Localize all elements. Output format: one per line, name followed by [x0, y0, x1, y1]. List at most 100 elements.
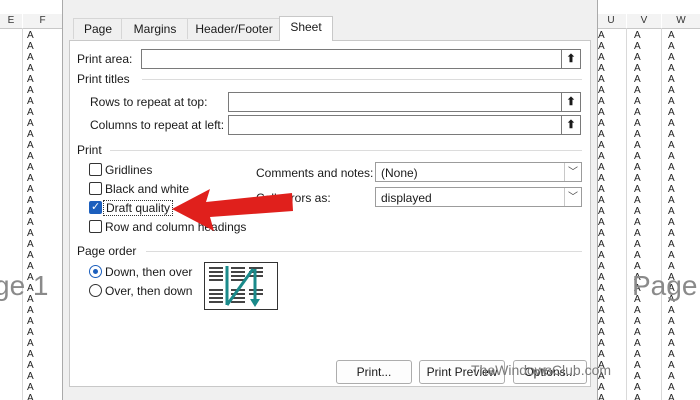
column-header-w[interactable]: W [662, 14, 700, 29]
down-then-over-radio[interactable] [89, 265, 102, 278]
cell[interactable]: A [598, 261, 605, 272]
cell[interactable]: A [668, 140, 675, 151]
cell[interactable]: A [634, 349, 641, 360]
gridlines-checkbox[interactable] [89, 163, 102, 176]
cell[interactable]: A [668, 129, 675, 140]
over-then-down-label[interactable]: Over, then down [105, 284, 192, 298]
cell[interactable]: A [668, 85, 675, 96]
cell[interactable]: A [668, 118, 675, 129]
cell[interactable]: A [27, 393, 34, 400]
cell[interactable]: A [598, 393, 605, 400]
cell[interactable]: A [634, 217, 641, 228]
cell[interactable]: A [27, 360, 34, 371]
gridlines-label[interactable]: Gridlines [105, 163, 152, 177]
print-area-input[interactable] [141, 49, 563, 69]
cell[interactable]: A [634, 30, 641, 41]
cell[interactable]: A [598, 349, 605, 360]
cell[interactable]: A [634, 151, 641, 162]
cell[interactable]: A [598, 118, 605, 129]
column-header-f[interactable]: F [23, 14, 62, 29]
tab-sheet[interactable]: Sheet [279, 16, 333, 41]
cell[interactable]: A [668, 173, 675, 184]
cell[interactable]: A [27, 206, 34, 217]
cell[interactable]: A [668, 107, 675, 118]
column-header-e[interactable]: E [0, 14, 22, 29]
cell[interactable]: A [634, 162, 641, 173]
cell[interactable]: A [27, 52, 34, 63]
cell[interactable]: A [634, 239, 641, 250]
cell[interactable]: A [598, 173, 605, 184]
cell[interactable]: A [598, 272, 605, 283]
cell[interactable]: A [668, 96, 675, 107]
columns-to-repeat-input[interactable] [228, 115, 563, 135]
cell[interactable]: A [598, 63, 605, 74]
cell[interactable]: A [668, 162, 675, 173]
cell[interactable]: A [598, 184, 605, 195]
cell[interactable]: A [634, 184, 641, 195]
cell[interactable]: A [598, 250, 605, 261]
cell[interactable]: A [668, 151, 675, 162]
cell[interactable]: A [668, 30, 675, 41]
cell[interactable]: A [27, 30, 34, 41]
cell[interactable]: A [634, 327, 641, 338]
cell[interactable]: A [598, 140, 605, 151]
cell[interactable]: A [634, 63, 641, 74]
down-then-over-label[interactable]: Down, then over [105, 265, 192, 279]
cell[interactable]: A [598, 217, 605, 228]
cell[interactable]: A [668, 239, 675, 250]
cell-errors-select[interactable]: displayed ﹀ [375, 187, 582, 207]
comments-notes-select[interactable]: (None) ﹀ [375, 162, 582, 182]
cell[interactable]: A [634, 360, 641, 371]
cell[interactable]: A [668, 338, 675, 349]
cell[interactable]: A [27, 96, 34, 107]
cell[interactable]: A [668, 393, 675, 400]
cell[interactable]: A [27, 327, 34, 338]
cell[interactable]: A [634, 195, 641, 206]
cell[interactable]: A [27, 316, 34, 327]
cell[interactable]: A [634, 118, 641, 129]
cell[interactable]: A [27, 85, 34, 96]
cell[interactable]: A [668, 184, 675, 195]
cell[interactable]: A [668, 316, 675, 327]
cell[interactable]: A [598, 30, 605, 41]
cell[interactable]: A [598, 327, 605, 338]
cell[interactable]: A [668, 371, 675, 382]
cell[interactable]: A [598, 41, 605, 52]
cell[interactable]: A [668, 52, 675, 63]
cell[interactable]: A [668, 195, 675, 206]
cell[interactable]: A [27, 217, 34, 228]
cell[interactable]: A [668, 305, 675, 316]
cell[interactable]: A [598, 151, 605, 162]
cell[interactable]: A [598, 129, 605, 140]
cell[interactable]: A [634, 305, 641, 316]
cell[interactable]: A [598, 206, 605, 217]
cell[interactable]: A [27, 41, 34, 52]
cell[interactable]: A [634, 393, 641, 400]
cell[interactable]: A [634, 96, 641, 107]
print-button[interactable]: Print... [336, 360, 412, 384]
cell[interactable]: A [27, 349, 34, 360]
cell[interactable]: A [27, 195, 34, 206]
cell[interactable]: A [668, 206, 675, 217]
cell[interactable]: A [634, 228, 641, 239]
cell[interactable]: A [27, 239, 34, 250]
cell[interactable]: A [668, 250, 675, 261]
cell[interactable]: A [598, 85, 605, 96]
cell[interactable]: A [634, 129, 641, 140]
chevron-down-icon[interactable]: ﹀ [564, 163, 581, 181]
rows-collapse-button[interactable]: ⬆ [561, 92, 581, 112]
cell[interactable]: A [27, 173, 34, 184]
rows-to-repeat-input[interactable] [228, 92, 563, 112]
cell[interactable]: A [27, 382, 34, 393]
cell[interactable]: A [598, 195, 605, 206]
columns-collapse-button[interactable]: ⬆ [561, 115, 581, 135]
cell[interactable]: A [27, 118, 34, 129]
cell[interactable]: A [668, 217, 675, 228]
draft-quality-label[interactable]: Draft quality [103, 200, 174, 216]
cell[interactable]: A [634, 52, 641, 63]
cell[interactable]: A [598, 283, 605, 294]
cell[interactable]: A [598, 294, 605, 305]
cell[interactable]: A [634, 206, 641, 217]
cell[interactable]: A [668, 349, 675, 360]
cell[interactable]: A [598, 239, 605, 250]
